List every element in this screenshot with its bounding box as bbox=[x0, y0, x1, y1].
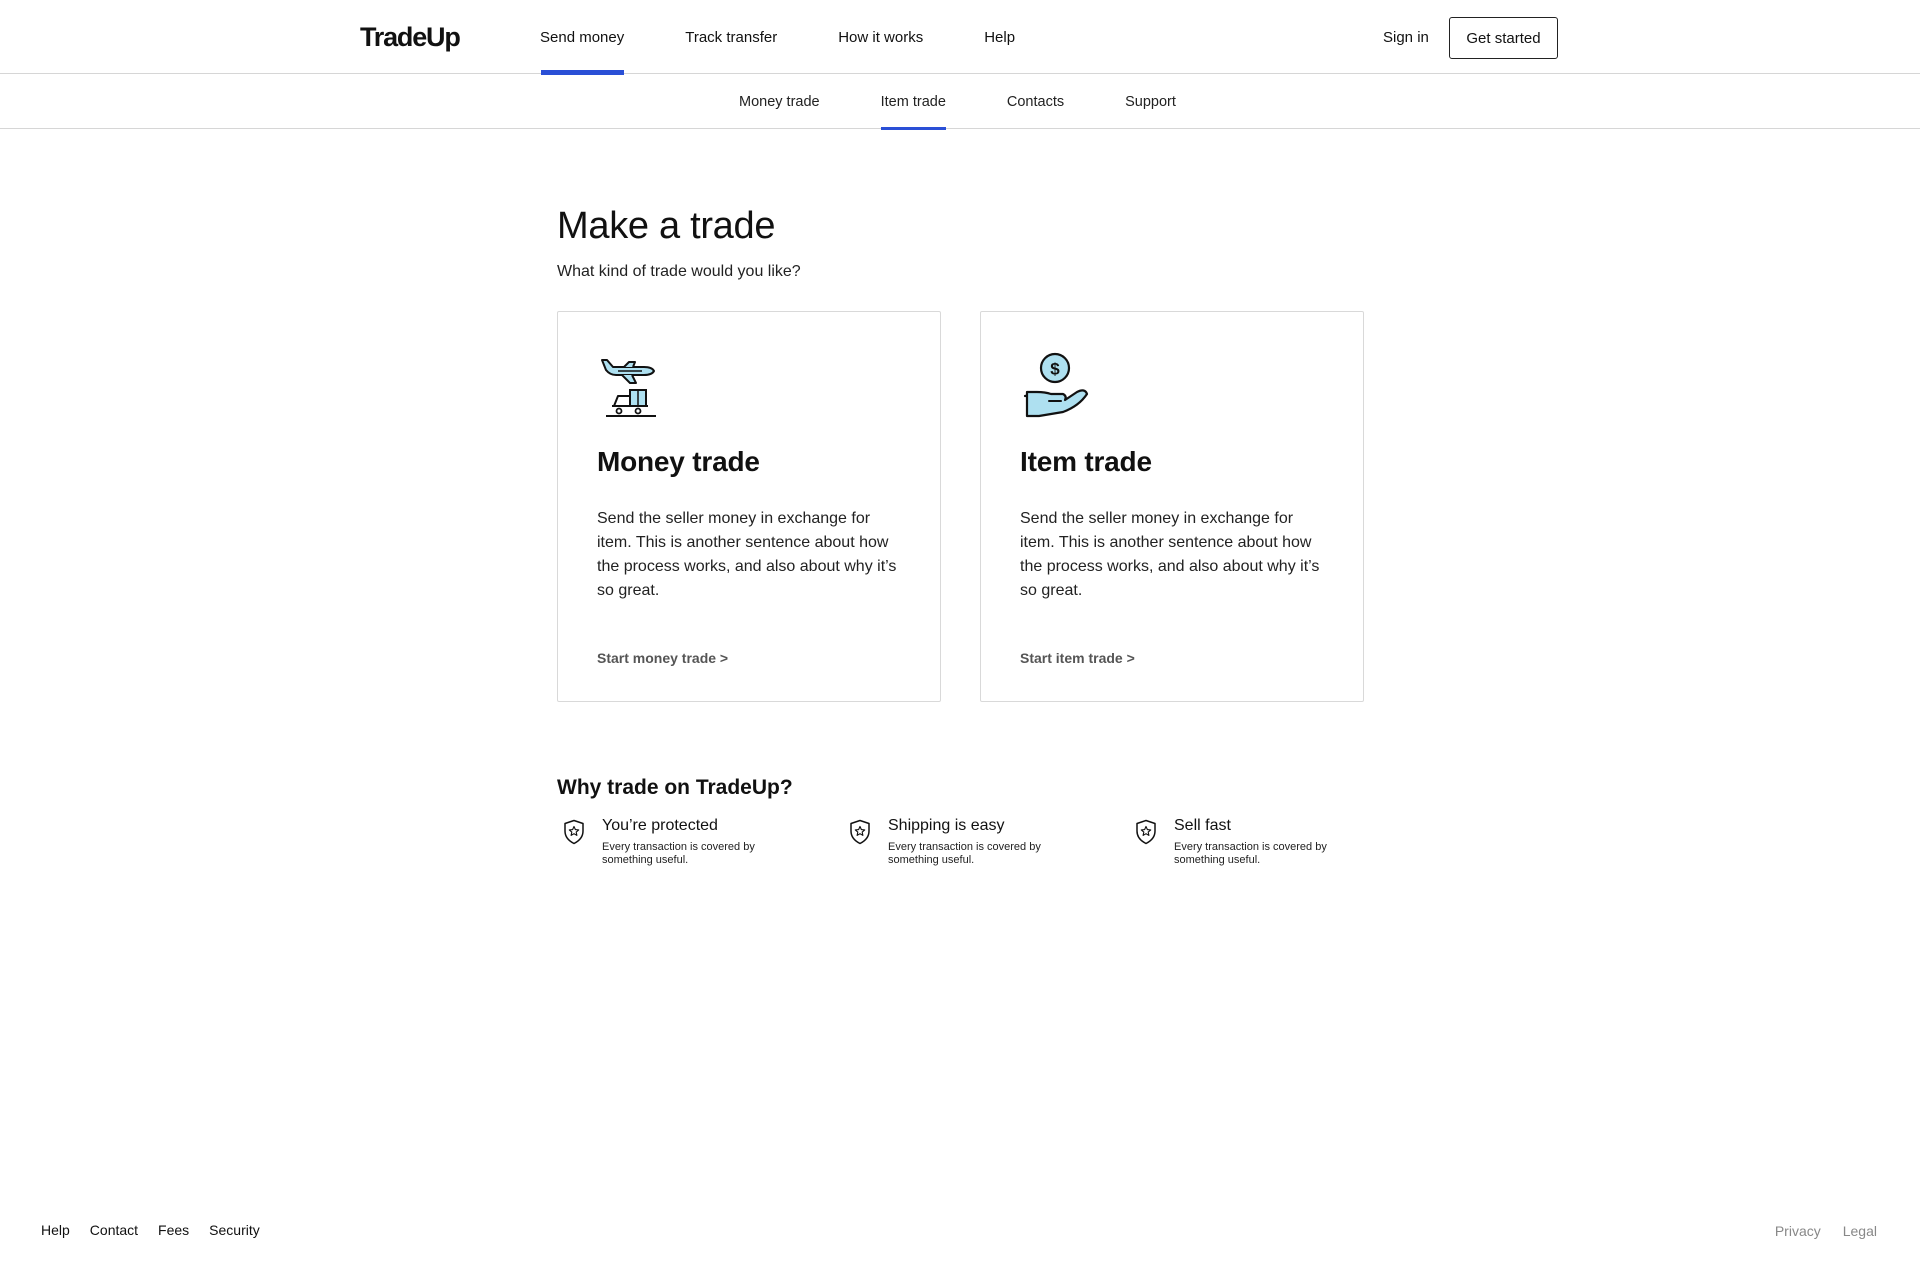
footer-links-right: Privacy Legal bbox=[1753, 1223, 1877, 1239]
shield-star-icon bbox=[1136, 819, 1156, 845]
primary-nav: Send money Track transfer How it works H… bbox=[540, 0, 1076, 75]
feature-protected: You’re protected Every transaction is co… bbox=[557, 817, 817, 877]
page-subtitle: What kind of trade would you like? bbox=[557, 263, 801, 280]
airplane-delivery-icon bbox=[601, 359, 656, 417]
nav-help[interactable]: Help bbox=[984, 0, 1015, 74]
top-navigation: TradeUp Send money Track transfer How it… bbox=[0, 0, 1920, 75]
card-description: Send the seller money in exchange for it… bbox=[597, 510, 897, 599]
money-trade-card[interactable]: Money trade Send the seller money in exc… bbox=[557, 311, 941, 702]
footer-contact-link[interactable]: Contact bbox=[90, 1222, 138, 1238]
feature-description: Every transaction is covered by somethin… bbox=[1174, 841, 1327, 866]
footer-security-link[interactable]: Security bbox=[209, 1222, 260, 1238]
svg-text:$: $ bbox=[1050, 360, 1060, 379]
why-section-title: Why trade on TradeUp? bbox=[557, 776, 793, 799]
feature-description: Every transaction is covered by somethin… bbox=[602, 841, 755, 866]
shield-star-icon bbox=[850, 819, 870, 845]
nav-how-it-works[interactable]: How it works bbox=[838, 0, 923, 74]
tab-money-trade[interactable]: Money trade bbox=[739, 74, 820, 129]
shield-star-icon bbox=[564, 819, 584, 845]
tab-item-trade[interactable]: Item trade bbox=[880, 74, 947, 130]
nav-track-transfer[interactable]: Track transfer bbox=[685, 0, 777, 74]
feature-title: You’re protected bbox=[602, 817, 718, 834]
tab-contacts[interactable]: Contacts bbox=[1007, 74, 1064, 129]
feature-title: Sell fast bbox=[1174, 817, 1231, 834]
card-description: Send the seller money in exchange for it… bbox=[1020, 510, 1320, 599]
page-title: Make a trade bbox=[557, 205, 776, 247]
feature-description: Every transaction is covered by somethin… bbox=[888, 841, 1041, 866]
nav-send-money[interactable]: Send money bbox=[540, 0, 625, 75]
sign-in-link[interactable]: Sign in bbox=[1383, 29, 1429, 46]
feature-title: Shipping is easy bbox=[888, 817, 1005, 834]
secondary-nav: Money trade Item trade Contacts Support bbox=[0, 74, 1920, 130]
card-title: Money trade bbox=[597, 446, 760, 477]
footer-legal-link[interactable]: Legal bbox=[1843, 1223, 1877, 1239]
secondary-nav-links: Money trade Item trade Contacts Support bbox=[739, 74, 1237, 130]
card-title: Item trade bbox=[1020, 446, 1152, 477]
start-item-trade-link[interactable]: Start item trade > bbox=[1020, 650, 1135, 666]
tab-support[interactable]: Support bbox=[1125, 74, 1176, 129]
footer-links-left: Help Contact Fees Security bbox=[41, 1222, 280, 1238]
footer-help-link[interactable]: Help bbox=[41, 1222, 70, 1238]
footer-fees-link[interactable]: Fees bbox=[158, 1222, 189, 1238]
feature-sell-fast: Sell fast Every transaction is covered b… bbox=[1129, 817, 1389, 877]
hand-coin-icon: $ bbox=[1023, 352, 1089, 418]
item-trade-card[interactable]: $ Item trade Send the seller money in ex… bbox=[980, 311, 1364, 702]
start-money-trade-link[interactable]: Start money trade > bbox=[597, 650, 728, 666]
tradeup-logo[interactable]: TradeUp bbox=[360, 22, 461, 53]
get-started-button[interactable]: Get started bbox=[1449, 17, 1558, 59]
feature-shipping: Shipping is easy Every transaction is co… bbox=[843, 817, 1103, 877]
footer-privacy-link[interactable]: Privacy bbox=[1775, 1223, 1821, 1239]
